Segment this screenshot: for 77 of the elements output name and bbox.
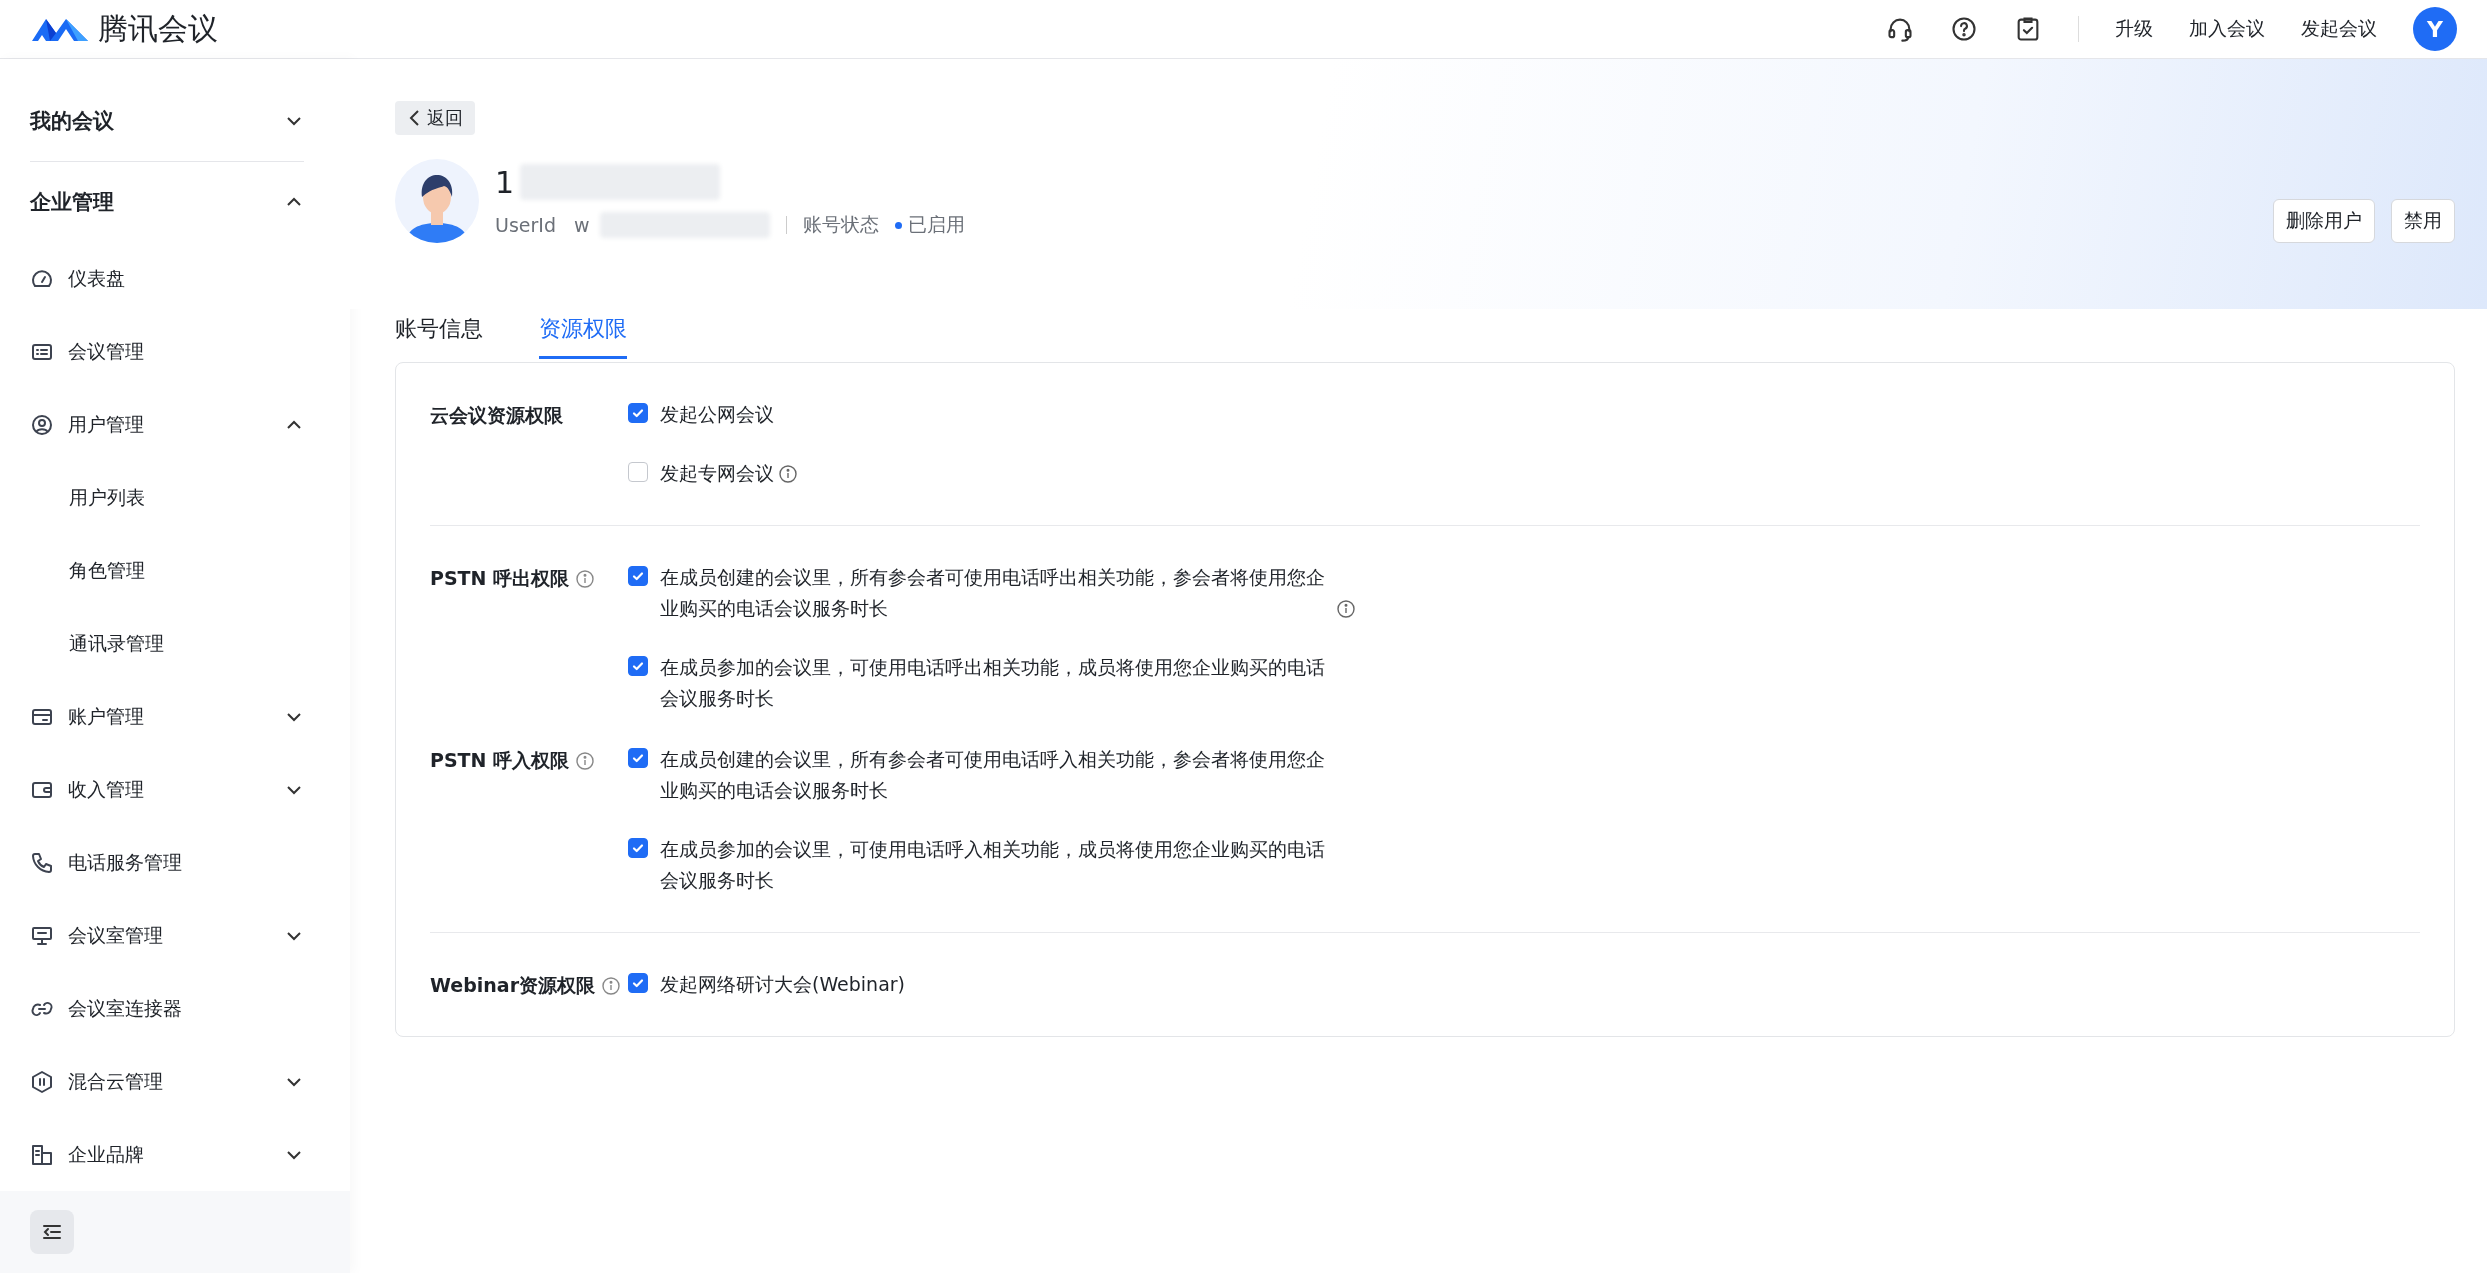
item-label: 收入管理 — [68, 776, 145, 802]
item-label: 电话服务管理 — [68, 849, 183, 875]
hexagon-icon — [30, 1069, 54, 1094]
option-text: 发起网络研讨大会(Webinar) — [660, 972, 906, 997]
permission-label: Webinar资源权限 — [430, 973, 595, 998]
action-button[interactable]: 禁用 — [2391, 199, 2455, 243]
info-icon[interactable] — [575, 569, 596, 589]
checkmark-icon — [631, 751, 645, 765]
back-button[interactable]: 返回 — [395, 101, 475, 135]
sidebar-subitem[interactable]: 角色管理 — [30, 534, 304, 607]
item-label: 会议管理 — [68, 338, 145, 364]
sidebar-item[interactable]: 会议室管理 — [30, 899, 304, 972]
tab[interactable]: 资源权限 — [539, 309, 627, 359]
sidebar-item[interactable]: 账户管理 — [30, 680, 304, 753]
logo-text: 腾讯会议 — [98, 9, 218, 48]
permission-label: PSTN 呼出权限 — [430, 566, 570, 591]
sidebar-subitem[interactable]: 通讯录管理 — [30, 607, 304, 680]
sidebar-item[interactable]: 收入管理 — [30, 753, 304, 826]
phone-icon — [30, 850, 54, 875]
sidebar-item[interactable]: 会议管理 — [30, 315, 304, 388]
status-value: 已启用 — [907, 212, 965, 237]
checkmark-icon — [631, 659, 645, 673]
info-icon[interactable] — [575, 751, 596, 771]
status-label: 账号状态 — [802, 212, 879, 237]
item-label: 会议室连接器 — [68, 995, 183, 1021]
section-label: 我的会议 — [30, 108, 114, 135]
checkbox[interactable] — [628, 566, 648, 586]
option-text: 在成员创建的会议里，所有参会者可使用电话呼出相关功能，参会者将使用您企业购买的电话会议服务时长 — [660, 565, 1326, 621]
checkbox[interactable] — [628, 462, 648, 482]
info-icon[interactable] — [778, 464, 798, 484]
option-text: 发起专网会议 — [660, 461, 774, 486]
sidebar-subitem[interactable]: 用户列表 — [30, 461, 304, 534]
section-label: 企业管理 — [30, 189, 114, 216]
header-link[interactable]: 升级 — [2115, 16, 2153, 42]
checkbox[interactable] — [628, 403, 648, 423]
tab[interactable]: 账号信息 — [395, 309, 483, 359]
checkbox[interactable] — [628, 838, 648, 858]
sidebar-item[interactable]: 混合云管理 — [30, 1045, 304, 1118]
sidebar-item[interactable]: 仪表盘 — [30, 242, 304, 315]
info-icon[interactable] — [601, 976, 621, 996]
header-link[interactable]: 加入会议 — [2189, 16, 2265, 42]
option-text: 发起公网会议 — [660, 402, 774, 427]
user-avatar[interactable]: Y — [2413, 7, 2457, 51]
userid-label: UserId — [495, 214, 556, 236]
sidebar-section[interactable]: 企业管理 — [30, 162, 304, 242]
info-icon[interactable] — [1336, 599, 1356, 619]
item-label: 混合云管理 — [68, 1068, 164, 1094]
user-circle-icon — [30, 412, 54, 437]
user-name: 1 — [495, 164, 515, 200]
sidebar-item[interactable]: 会议室连接器 — [30, 972, 304, 1045]
sidebar-item[interactable]: 电话服务管理 — [30, 826, 304, 899]
help-icon[interactable] — [1950, 15, 1978, 43]
item-label: 账户管理 — [68, 703, 145, 729]
building-icon — [30, 1142, 54, 1167]
collapse-sidebar-button[interactable] — [30, 1210, 74, 1254]
checkmark-icon — [631, 976, 645, 990]
sidebar-section[interactable]: 我的会议 — [30, 81, 304, 161]
checkmark-icon — [631, 406, 645, 420]
action-button[interactable]: 删除用户 — [2273, 199, 2375, 243]
sidebar-item[interactable]: 用户管理 — [30, 388, 304, 461]
checkmark-icon — [631, 841, 645, 855]
item-label: 仪表盘 — [68, 265, 126, 291]
option-text: 在成员创建的会议里，所有参会者可使用电话呼入相关功能，参会者将使用您企业购买的电话会议服务时长 — [660, 747, 1326, 803]
checkbox[interactable] — [628, 973, 648, 993]
item-label: 会议室管理 — [68, 922, 164, 948]
checkmark-icon — [631, 569, 645, 583]
option-text: 在成员参加的会议里，可使用电话呼入相关功能，成员将使用您企业购买的电话会议服务时长 — [660, 837, 1326, 893]
checkbox[interactable] — [628, 748, 648, 768]
permission-label: PSTN 呼入权限 — [430, 748, 570, 773]
option-text: 在成员参加的会议里，可使用电话呼出相关功能，成员将使用您企业购买的电话会议服务时长 — [660, 655, 1326, 711]
header-link[interactable]: 发起会议 — [2301, 16, 2377, 42]
sidebar-item[interactable]: 企业品牌 — [30, 1118, 304, 1191]
item-label: 企业品牌 — [68, 1141, 145, 1167]
userid-value: w — [574, 214, 590, 236]
permission-label: 云会议资源权限 — [430, 403, 563, 428]
checkbox[interactable] — [628, 656, 648, 676]
item-label: 用户管理 — [68, 411, 145, 437]
